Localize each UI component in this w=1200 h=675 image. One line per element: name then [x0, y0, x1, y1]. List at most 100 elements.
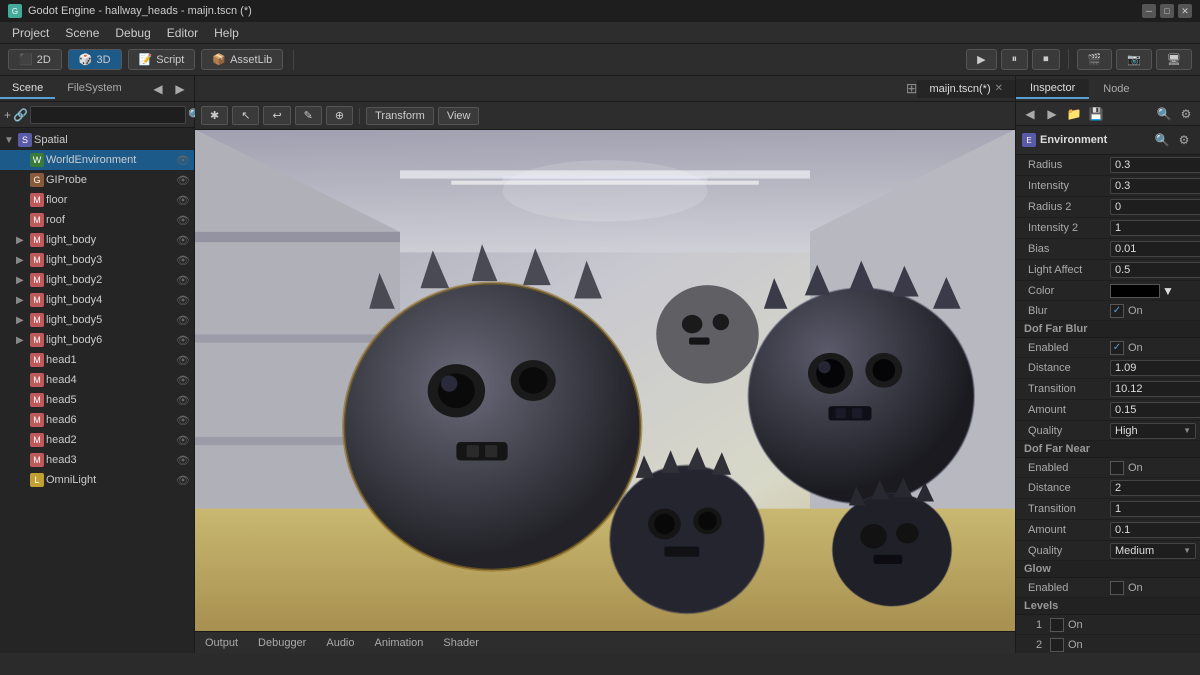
screenshot-button[interactable]: 📷 [1116, 49, 1152, 70]
menu-project[interactable]: Project [4, 24, 57, 42]
play-button[interactable]: ▶ [966, 49, 996, 70]
visibility-eye-icon[interactable]: 👁 [176, 334, 190, 347]
visibility-eye-icon[interactable]: 👁 [176, 214, 190, 227]
toolbar-3d[interactable]: 🎲 3D [68, 49, 122, 70]
visibility-eye-icon[interactable]: 👁 [176, 174, 190, 187]
tree-item-head4[interactable]: Mhead4👁 [0, 370, 194, 390]
visibility-eye-icon[interactable]: 👁 [176, 194, 190, 207]
prop-checkbox-box[interactable]: ✓ [1110, 341, 1124, 355]
prop-number-input[interactable] [1110, 402, 1200, 418]
fullscreen-button[interactable]: 🖥 [1156, 49, 1192, 70]
menu-scene[interactable]: Scene [57, 24, 107, 42]
movie-button[interactable]: 🎬 [1077, 49, 1113, 70]
transform-button[interactable]: Transform [366, 107, 434, 125]
tree-item-light_body2[interactable]: ▶Mlight_body2👁 [0, 270, 194, 290]
prop-dropdown[interactable]: High▼ [1110, 423, 1196, 439]
visibility-eye-icon[interactable]: 👁 [176, 414, 190, 427]
visibility-eye-icon[interactable]: 👁 [176, 394, 190, 407]
prop-number-input[interactable] [1110, 262, 1200, 278]
folder-icon[interactable]: 📁 [1064, 104, 1084, 124]
arrow-right-icon[interactable]: ▶ [170, 79, 190, 99]
prop-number-input[interactable] [1110, 522, 1200, 538]
toolbar-2d[interactable]: ⬛ 2D [8, 49, 62, 70]
tree-item-light_body4[interactable]: ▶Mlight_body4👁 [0, 290, 194, 310]
tree-item-head5[interactable]: Mhead5👁 [0, 390, 194, 410]
bottom-tab-output[interactable]: Output [195, 635, 248, 651]
prop-dropdown[interactable]: Medium▼ [1110, 543, 1196, 559]
prop-number-input[interactable] [1110, 501, 1200, 517]
prop-number-input[interactable] [1110, 199, 1200, 215]
toolbar-assetlib[interactable]: 📦 AssetLib [201, 49, 283, 70]
section-settings-icon[interactable]: ⚙ [1174, 130, 1194, 150]
tree-item-head1[interactable]: Mhead1👁 [0, 350, 194, 370]
prop-checkbox-box[interactable] [1110, 581, 1124, 595]
checkbox-box[interactable] [1050, 638, 1064, 652]
link-icon[interactable]: 🔗 [13, 105, 28, 125]
visibility-eye-icon[interactable]: 👁 [176, 374, 190, 387]
tree-item-spatial[interactable]: ▼SSpatial [0, 130, 194, 150]
viewport-tab-main[interactable]: maijn.tscn(*) ✕ [917, 80, 1015, 98]
visibility-eye-icon[interactable]: 👁 [176, 314, 190, 327]
save-icon[interactable]: 💾 [1086, 104, 1106, 124]
prop-number-input[interactable] [1110, 381, 1200, 397]
tree-item-floor[interactable]: Mfloor👁 [0, 190, 194, 210]
tree-item-omnilight[interactable]: LOmniLight👁 [0, 470, 194, 490]
bottom-tab-shader[interactable]: Shader [433, 635, 488, 651]
prop-checkbox-box[interactable]: ✓ [1110, 304, 1124, 318]
prop-number-input[interactable] [1110, 157, 1200, 173]
prop-number-input[interactable] [1110, 220, 1200, 236]
tab-scene[interactable]: Scene [0, 79, 55, 99]
visibility-eye-icon[interactable]: 👁 [176, 354, 190, 367]
move-tool[interactable]: ↖ [232, 106, 259, 125]
view-button[interactable]: View [438, 107, 480, 125]
tree-item-light_body[interactable]: ▶Mlight_body👁 [0, 230, 194, 250]
maximize-button[interactable]: □ [1160, 4, 1174, 18]
prop-color-swatch[interactable] [1110, 284, 1160, 298]
search-input[interactable] [30, 106, 186, 124]
add-node-button[interactable]: + [4, 105, 11, 125]
section-search-icon[interactable]: 🔍 [1152, 130, 1172, 150]
environment-section[interactable]: E Environment 🔍 ⚙ [1016, 126, 1200, 155]
stop-button[interactable]: ⏹ [1032, 49, 1060, 70]
tree-item-light_body6[interactable]: ▶Mlight_body6👁 [0, 330, 194, 350]
prop-number-input[interactable] [1110, 480, 1200, 496]
select-tool[interactable]: ✱ [201, 106, 228, 125]
visibility-eye-icon[interactable]: 👁 [176, 434, 190, 447]
tree-item-giprobe[interactable]: GGIProbe👁 [0, 170, 194, 190]
search-inspector-icon[interactable]: 🔍 [1154, 104, 1174, 124]
prop-checkbox-box[interactable] [1110, 461, 1124, 475]
close-button[interactable]: ✕ [1178, 4, 1192, 18]
undo-tool[interactable]: ↩ [263, 106, 290, 125]
bottom-tab-audio[interactable]: Audio [316, 635, 364, 651]
menu-editor[interactable]: Editor [159, 24, 206, 42]
tree-item-light_body5[interactable]: ▶Mlight_body5👁 [0, 310, 194, 330]
visibility-eye-icon[interactable]: 👁 [176, 454, 190, 467]
tab-filesystem[interactable]: FileSystem [55, 79, 133, 99]
history-forward-icon[interactable]: ▶ [1042, 104, 1062, 124]
tree-item-head3[interactable]: Mhead3👁 [0, 450, 194, 470]
visibility-eye-icon[interactable]: 👁 [176, 154, 190, 167]
prop-number-input[interactable] [1110, 360, 1200, 376]
bottom-tab-debugger[interactable]: Debugger [248, 635, 316, 651]
tree-item-light_body3[interactable]: ▶Mlight_body3👁 [0, 250, 194, 270]
tree-item-roof[interactable]: Mroof👁 [0, 210, 194, 230]
menu-debug[interactable]: Debug [107, 24, 158, 42]
bottom-tab-animation[interactable]: Animation [365, 635, 434, 651]
arrow-left-icon[interactable]: ◀ [148, 79, 168, 99]
menu-help[interactable]: Help [206, 24, 247, 42]
add-tool[interactable]: ⊕ [326, 106, 353, 125]
visibility-eye-icon[interactable]: 👁 [176, 294, 190, 307]
toolbar-script[interactable]: 📝 Script [128, 49, 196, 70]
checkbox-box[interactable] [1050, 618, 1064, 632]
tree-item-head6[interactable]: Mhead6👁 [0, 410, 194, 430]
visibility-eye-icon[interactable]: 👁 [176, 474, 190, 487]
tab-node[interactable]: Node [1089, 80, 1143, 98]
pause-button[interactable]: ⏸ [1001, 49, 1029, 70]
prop-number-input[interactable] [1110, 241, 1200, 257]
visibility-eye-icon[interactable]: 👁 [176, 234, 190, 247]
history-back-icon[interactable]: ◀ [1020, 104, 1040, 124]
edit-tool[interactable]: ✎ [295, 106, 322, 125]
tree-item-worldenv[interactable]: WWorldEnvironment👁 [0, 150, 194, 170]
minimize-button[interactable]: ─ [1142, 4, 1156, 18]
settings-icon[interactable]: ⚙ [1176, 104, 1196, 124]
